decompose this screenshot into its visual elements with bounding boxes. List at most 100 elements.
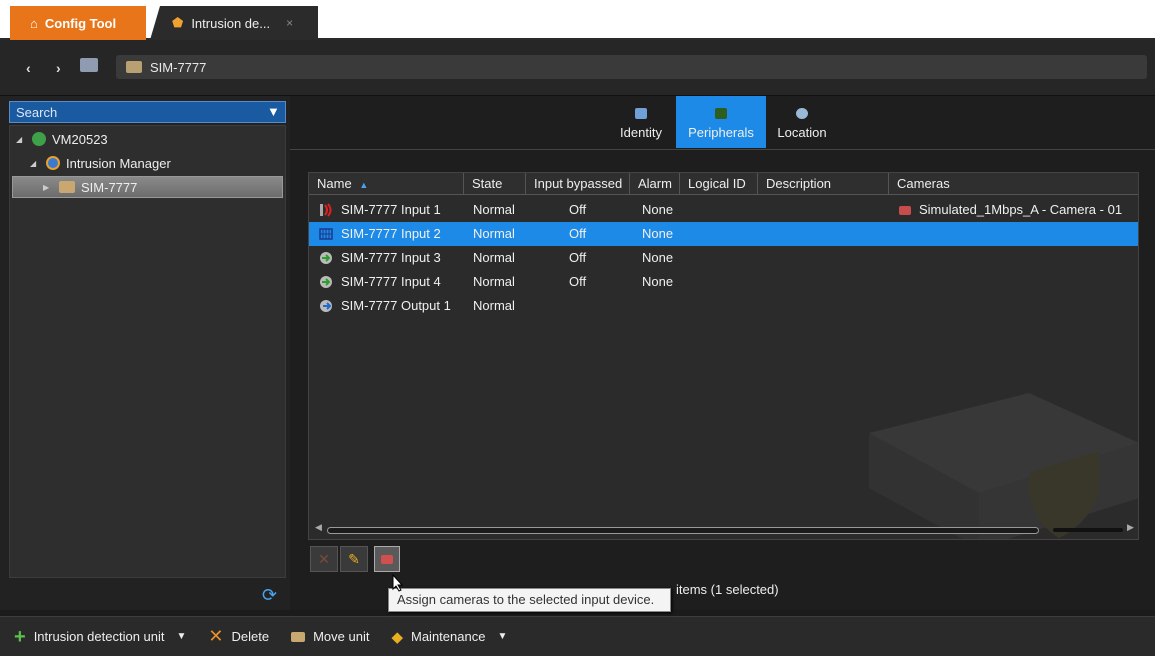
table-row-selected[interactable]: SIM-7777 Input 2 Normal Off None: [309, 222, 1138, 246]
cell-name: SIM-7777 Input 3: [341, 250, 441, 265]
entity-tree-panel: Search ▼ ◢ VM20523 ◢ Intrusion Manager ▶…: [0, 96, 290, 610]
tab-identity-label: Identity: [620, 125, 662, 140]
cell-state: Normal: [473, 250, 515, 265]
mouse-cursor-icon: [392, 574, 404, 592]
address-text: SIM-7777: [150, 59, 207, 75]
cell-alarm: None: [642, 274, 674, 289]
column-header-state[interactable]: State: [464, 173, 526, 195]
server-icon: [32, 132, 46, 146]
output-icon: [320, 300, 332, 312]
table-header: Name ▲ State Input bypassed Alarm Logica…: [309, 173, 1138, 195]
forward-button[interactable]: ›: [56, 60, 61, 76]
entity-tree: ◢ VM20523 ◢ Intrusion Manager ▶ SIM-7777: [9, 125, 286, 578]
tree-item-label: Intrusion Manager: [66, 155, 171, 171]
filter-icon[interactable]: ▼: [267, 104, 280, 120]
maintenance-button[interactable]: ◆ Maintenance ▼: [391, 628, 507, 646]
cell-state: Normal: [473, 298, 515, 313]
tree-item-vm20523[interactable]: ◢ VM20523: [16, 128, 108, 150]
peripherals-table: Name ▲ State Input bypassed Alarm Logica…: [308, 172, 1139, 540]
input-grid-icon: [319, 228, 333, 240]
delete-button[interactable]: ✕ Delete: [208, 626, 269, 647]
cell-alarm: None: [642, 202, 674, 217]
entity-browser-icon[interactable]: [80, 58, 98, 72]
input-icon: [320, 276, 332, 288]
refresh-icon[interactable]: ⟳: [262, 585, 277, 606]
search-label: Search: [16, 104, 58, 120]
plus-icon: +: [14, 625, 26, 648]
tab-strip: ⌂ Config Tool ⬟ Intrusion de... ×: [0, 0, 1155, 40]
main-panel: Identity Peripherals Location Name ▲ Sta…: [290, 96, 1155, 610]
cell-alarm: None: [642, 250, 674, 265]
nav-bar: ‹ › SIM-7777: [0, 40, 1155, 96]
sort-ascending-icon: ▲: [359, 180, 369, 190]
tab-peripherals[interactable]: Peripherals: [676, 96, 766, 148]
add-intrusion-unit-button[interactable]: + Intrusion detection unit ▼: [14, 627, 186, 647]
input-icon: [320, 252, 332, 264]
scroll-left-icon[interactable]: ◀: [315, 522, 322, 533]
expand-icon[interactable]: ▶: [43, 183, 53, 192]
column-header-input-bypassed[interactable]: Input bypassed: [526, 173, 630, 195]
scrollbar-track[interactable]: [327, 527, 1039, 534]
cell-input-bypassed: Off: [569, 202, 587, 217]
table-row[interactable]: SIM-7777 Input 3 Normal Off None: [309, 246, 1138, 270]
tree-item-sim-7777[interactable]: ▶ SIM-7777: [12, 176, 283, 198]
peripherals-icon: [715, 108, 727, 119]
chevron-down-icon[interactable]: ▼: [497, 631, 507, 642]
tab-config-tool[interactable]: ⌂ Config Tool: [10, 6, 146, 40]
table-toolbar: ✕ ✎: [310, 546, 400, 574]
tab-config-tool-label: Config Tool: [44, 15, 117, 31]
close-icon[interactable]: ×: [286, 16, 293, 30]
horizontal-scrollbar[interactable]: ◀ ▶: [313, 522, 1134, 536]
scrollbar-thumb[interactable]: [1053, 528, 1123, 532]
intrusion-shield-icon: ⬟: [172, 15, 184, 30]
tab-location-label: Location: [777, 125, 827, 140]
tree-item-intrusion-manager[interactable]: ◢ Intrusion Manager: [30, 152, 171, 174]
bottom-toolbar: + Intrusion detection unit ▼ ✕ Delete Mo…: [0, 616, 1155, 656]
move-unit-icon: [291, 631, 306, 642]
chevron-down-icon[interactable]: ▼: [177, 631, 187, 642]
tab-location[interactable]: Location: [770, 96, 834, 148]
cell-name: SIM-7777 Input 2: [341, 226, 441, 241]
assign-cameras-button[interactable]: [374, 546, 400, 572]
cell-name: SIM-7777 Input 1: [341, 202, 441, 217]
tree-item-label: VM20523: [52, 131, 108, 147]
column-header-cameras[interactable]: Cameras: [889, 173, 1138, 195]
cell-state: Normal: [473, 226, 515, 241]
search-input[interactable]: Search ▼: [9, 101, 286, 123]
delete-icon: ✕: [318, 550, 330, 567]
column-header-name[interactable]: Name ▲: [309, 173, 464, 195]
table-row[interactable]: SIM-7777 Output 1 Normal: [309, 294, 1138, 318]
pencil-icon: ✎: [348, 550, 360, 567]
column-header-description[interactable]: Description: [758, 173, 889, 195]
cell-state: Normal: [473, 202, 515, 217]
cell-alarm: None: [642, 226, 674, 241]
tab-identity[interactable]: Identity: [610, 96, 672, 148]
tab-intrusion-label: Intrusion de...: [191, 15, 271, 31]
cell-state: Normal: [473, 274, 515, 289]
cell-cameras[interactable]: Simulated_1Mbps_A - Camera - 01: [899, 198, 1122, 222]
column-header-alarm[interactable]: Alarm: [630, 173, 680, 195]
home-icon: ⌂: [30, 15, 38, 31]
remove-button[interactable]: ✕: [310, 546, 338, 572]
property-tabs: Identity Peripherals Location: [290, 96, 1155, 150]
location-icon: [796, 108, 808, 119]
table-row[interactable]: SIM-7777 Input 1 Normal Off None Simulat…: [309, 198, 1138, 222]
collapse-icon[interactable]: ◢: [16, 135, 26, 144]
address-bar[interactable]: SIM-7777: [116, 55, 1147, 79]
column-header-logical-id[interactable]: Logical ID: [680, 173, 758, 195]
back-button[interactable]: ‹: [26, 60, 31, 76]
tree-item-label: SIM-7777: [81, 179, 138, 195]
intrusion-unit-icon: [126, 61, 142, 73]
maintenance-icon: ◆: [391, 628, 403, 646]
input-alarm-icon: [320, 203, 332, 217]
edit-button[interactable]: ✎: [340, 546, 368, 572]
camera-icon: [381, 554, 393, 564]
collapse-icon[interactable]: ◢: [30, 159, 40, 168]
cell-input-bypassed: Off: [569, 274, 587, 289]
table-row[interactable]: SIM-7777 Input 4 Normal Off None: [309, 270, 1138, 294]
move-unit-button[interactable]: Move unit: [291, 629, 369, 644]
scroll-right-icon[interactable]: ▶: [1127, 522, 1134, 533]
tooltip: Assign cameras to the selected input dev…: [388, 588, 671, 612]
intrusion-unit-icon: [59, 181, 75, 193]
tab-intrusion-detection[interactable]: ⬟ Intrusion de... ×: [150, 6, 318, 40]
